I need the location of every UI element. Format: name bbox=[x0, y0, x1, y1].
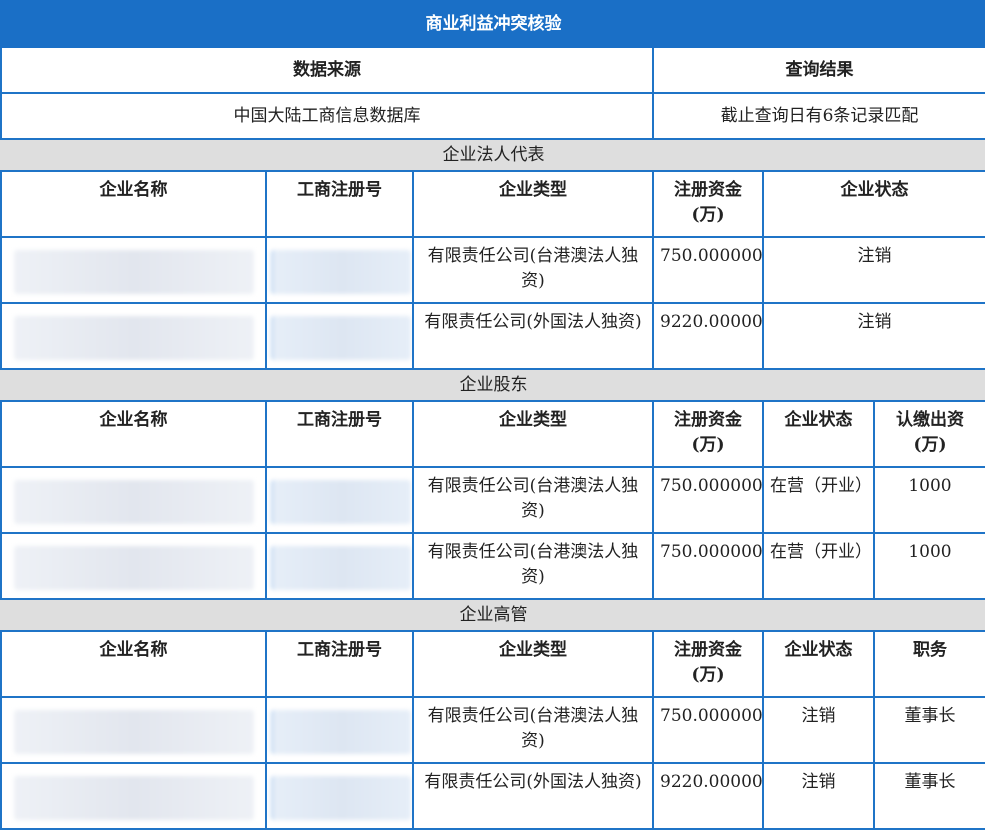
company-type-cell: 有限责任公司(台港澳法人独资) bbox=[412, 466, 654, 534]
title-row: 商业利益冲突核验 bbox=[0, 0, 985, 48]
col-header-capital: 注册资金(万) bbox=[652, 170, 764, 238]
position-cell: 董事长 bbox=[873, 696, 985, 764]
capital-cell: 750.000000 bbox=[652, 696, 764, 764]
source-value: 中国大陆工商信息数据库 bbox=[0, 92, 654, 140]
status-cell: 注销 bbox=[762, 762, 875, 830]
page-title: 商业利益冲突核验 bbox=[0, 0, 985, 48]
company-name-cell bbox=[0, 466, 267, 534]
blurred-reg-number bbox=[273, 776, 411, 820]
table-row: 有限责任公司(台港澳法人独资) 750.000000 注销 董事长 bbox=[0, 696, 985, 764]
company-name-cell bbox=[0, 532, 267, 600]
capital-cell: 750.000000 bbox=[652, 236, 764, 304]
source-header: 数据来源 bbox=[0, 46, 654, 94]
col-header-reg-number: 工商注册号 bbox=[265, 400, 414, 468]
blurred-company-name bbox=[13, 776, 254, 820]
col-header-status: 企业状态 bbox=[762, 630, 875, 698]
section-title-executive: 企业高管 bbox=[0, 598, 985, 632]
column-header-row: 企业名称 工商注册号 企业类型 注册资金(万) 企业状态 bbox=[0, 170, 985, 238]
capital-cell: 750.000000 bbox=[652, 532, 764, 600]
result-value: 截止查询日有6条记录匹配 bbox=[652, 92, 985, 140]
result-header: 查询结果 bbox=[652, 46, 985, 94]
column-header-row: 企业名称 工商注册号 企业类型 注册资金(万) 企业状态 认缴出资(万) bbox=[0, 400, 985, 468]
table-row: 有限责任公司(台港澳法人独资) 750.000000 注销 bbox=[0, 236, 985, 304]
company-type-cell: 有限责任公司(台港澳法人独资) bbox=[412, 532, 654, 600]
subscribed-capital-cell: 1000 bbox=[873, 466, 985, 534]
reg-number-cell bbox=[265, 466, 414, 534]
source-value-row: 中国大陆工商信息数据库 截止查询日有6条记录匹配 bbox=[0, 92, 985, 140]
status-cell: 在营（开业） bbox=[762, 532, 875, 600]
reg-number-cell bbox=[265, 696, 414, 764]
blurred-reg-number bbox=[273, 480, 411, 524]
blurred-reg-number bbox=[273, 710, 411, 754]
section-title-row: 企业高管 bbox=[0, 598, 985, 632]
col-header-company-type: 企业类型 bbox=[412, 170, 654, 238]
section-title-legal: 企业法人代表 bbox=[0, 138, 985, 172]
reg-number-cell bbox=[265, 762, 414, 830]
table-row: 有限责任公司(台港澳法人独资) 750.000000 在营（开业） 1000 bbox=[0, 532, 985, 600]
company-name-cell bbox=[0, 696, 267, 764]
blurred-reg-number bbox=[273, 316, 411, 360]
status-cell: 注销 bbox=[762, 302, 985, 370]
status-cell: 在营（开业） bbox=[762, 466, 875, 534]
company-type-cell: 有限责任公司(台港澳法人独资) bbox=[412, 236, 654, 304]
table-row: 有限责任公司(外国法人独资) 9220.000000 注销 董事长 bbox=[0, 762, 985, 830]
capital-cell: 750.000000 bbox=[652, 466, 764, 534]
col-header-position: 职务 bbox=[873, 630, 985, 698]
section-title-row: 企业股东 bbox=[0, 368, 985, 402]
col-header-reg-number: 工商注册号 bbox=[265, 630, 414, 698]
col-header-company-type: 企业类型 bbox=[412, 630, 654, 698]
table-row: 有限责任公司(外国法人独资) 9220.000000 注销 bbox=[0, 302, 985, 370]
company-type-cell: 有限责任公司(外国法人独资) bbox=[412, 302, 654, 370]
capital-cell: 9220.000000 bbox=[652, 302, 764, 370]
blurred-company-name bbox=[13, 480, 254, 524]
col-header-subscribed-capital: 认缴出资(万) bbox=[873, 400, 985, 468]
blurred-reg-number bbox=[273, 546, 411, 590]
reg-number-cell bbox=[265, 532, 414, 600]
company-type-cell: 有限责任公司(外国法人独资) bbox=[412, 762, 654, 830]
col-header-status: 企业状态 bbox=[762, 400, 875, 468]
position-cell: 董事长 bbox=[873, 762, 985, 830]
reg-number-cell bbox=[265, 236, 414, 304]
section-title-row: 企业法人代表 bbox=[0, 138, 985, 172]
blurred-company-name bbox=[13, 250, 254, 294]
blurred-company-name bbox=[13, 316, 254, 360]
blurred-company-name bbox=[13, 710, 254, 754]
blurred-company-name bbox=[13, 546, 254, 590]
status-cell: 注销 bbox=[762, 236, 985, 304]
col-header-company-type: 企业类型 bbox=[412, 400, 654, 468]
col-header-reg-number: 工商注册号 bbox=[265, 170, 414, 238]
company-name-cell bbox=[0, 762, 267, 830]
company-name-cell bbox=[0, 236, 267, 304]
table-row: 有限责任公司(台港澳法人独资) 750.000000 在营（开业） 1000 bbox=[0, 466, 985, 534]
conflict-check-report: 商业利益冲突核验 数据来源 查询结果 中国大陆工商信息数据库 截止查询日有6条记… bbox=[0, 0, 985, 830]
subscribed-capital-cell: 1000 bbox=[873, 532, 985, 600]
col-header-company-name: 企业名称 bbox=[0, 630, 267, 698]
col-header-capital: 注册资金(万) bbox=[652, 630, 764, 698]
section-title-shareholder: 企业股东 bbox=[0, 368, 985, 402]
col-header-company-name: 企业名称 bbox=[0, 170, 267, 238]
reg-number-cell bbox=[265, 302, 414, 370]
report-table: 商业利益冲突核验 数据来源 查询结果 中国大陆工商信息数据库 截止查询日有6条记… bbox=[0, 0, 985, 830]
col-header-capital: 注册资金(万) bbox=[652, 400, 764, 468]
status-cell: 注销 bbox=[762, 696, 875, 764]
col-header-company-name: 企业名称 bbox=[0, 400, 267, 468]
capital-cell: 9220.000000 bbox=[652, 762, 764, 830]
column-header-row: 企业名称 工商注册号 企业类型 注册资金(万) 企业状态 职务 bbox=[0, 630, 985, 698]
company-type-cell: 有限责任公司(台港澳法人独资) bbox=[412, 696, 654, 764]
col-header-status: 企业状态 bbox=[762, 170, 985, 238]
company-name-cell bbox=[0, 302, 267, 370]
source-header-row: 数据来源 查询结果 bbox=[0, 46, 985, 94]
blurred-reg-number bbox=[273, 250, 411, 294]
